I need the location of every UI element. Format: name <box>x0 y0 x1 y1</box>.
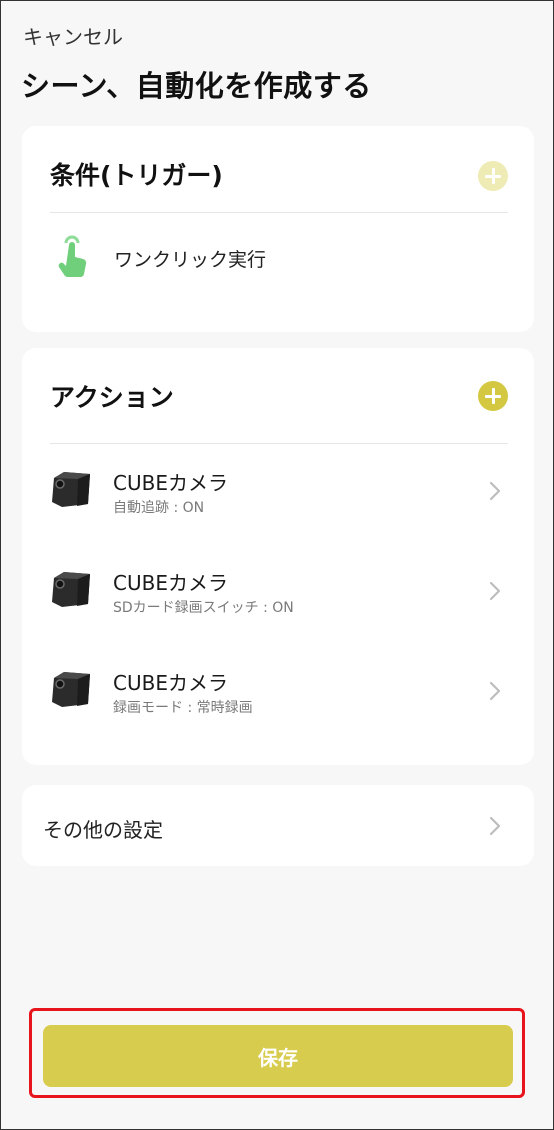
tap-hand-icon <box>58 235 87 278</box>
conditions-card: 条件(トリガー) ワンクリック実行 <box>22 126 534 332</box>
page-title: シーン、自動化を作成する <box>21 69 372 103</box>
add-action-button[interactable] <box>478 381 508 411</box>
action-item[interactable]: CUBEカメラ 録画モード : 常時録画 <box>50 650 508 730</box>
action-subtitle: SDカード録画スイッチ : ON <box>113 600 294 616</box>
actions-header: アクション <box>50 348 508 444</box>
chevron-right-icon <box>489 816 501 836</box>
other-settings-row[interactable]: その他の設定 <box>22 785 534 866</box>
cancel-button[interactable]: キャンセル <box>23 21 123 50</box>
chevron-right-icon <box>489 581 501 601</box>
actions-title: アクション <box>50 383 174 412</box>
action-title: CUBEカメラ <box>113 671 228 695</box>
conditions-header: 条件(トリガー) <box>50 126 508 213</box>
action-subtitle: 録画モード : 常時録画 <box>113 700 253 716</box>
chevron-right-icon <box>489 681 501 701</box>
action-title: CUBEカメラ <box>113 571 228 595</box>
action-subtitle: 自動追跡 : ON <box>113 500 205 516</box>
camera-cube-icon <box>52 672 90 707</box>
camera-cube-icon <box>52 572 90 607</box>
action-item[interactable]: CUBEカメラ 自動追跡 : ON <box>50 450 508 530</box>
action-title: CUBEカメラ <box>113 471 228 495</box>
trigger-label: ワンクリック実行 <box>114 249 267 271</box>
conditions-title: 条件(トリガー) <box>50 161 223 190</box>
add-condition-button[interactable] <box>478 161 508 191</box>
chevron-right-icon <box>489 481 501 501</box>
trigger-item-one-click[interactable]: ワンクリック実行 <box>50 232 508 282</box>
other-settings-label: その他の設定 <box>43 818 163 842</box>
save-button[interactable]: 保存 <box>43 1025 513 1087</box>
action-item[interactable]: CUBEカメラ SDカード録画スイッチ : ON <box>50 550 508 630</box>
actions-card: アクション CUBEカメラ 自動追跡 : ON CUBEカメラ SDカード録画ス… <box>22 348 534 765</box>
camera-cube-icon <box>52 472 90 507</box>
